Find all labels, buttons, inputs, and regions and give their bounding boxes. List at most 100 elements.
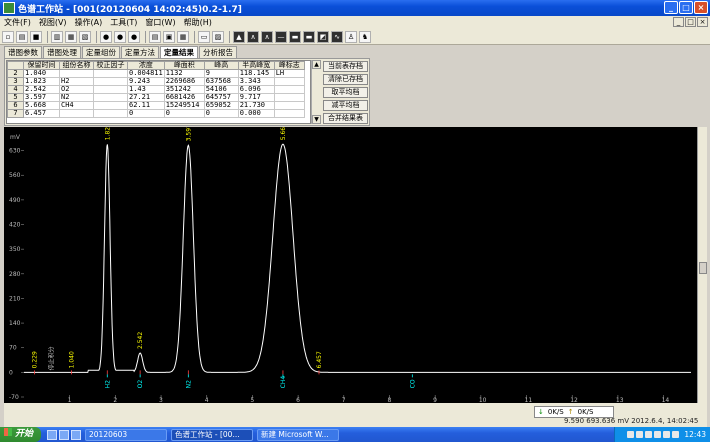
column-header[interactable]: 校正因子 — [93, 61, 128, 70]
save-current-table-button[interactable]: 当前表存档 — [323, 61, 368, 72]
zoom-icon[interactable]: ▲ — [233, 30, 245, 43]
grid-icon[interactable]: ▧ — [79, 30, 91, 43]
y-tick-label: 630 — [9, 148, 21, 155]
media-icon[interactable] — [71, 429, 82, 440]
menu-file[interactable]: 文件(F) — [0, 17, 35, 28]
task-word[interactable]: 新建 Microsoft W... — [257, 428, 340, 441]
table-cell[interactable]: 62.11 — [127, 101, 165, 110]
table-cell[interactable] — [273, 93, 305, 102]
table-cell[interactable] — [93, 85, 128, 94]
mdi-minimize-button[interactable]: _ — [673, 17, 684, 27]
fit-icon[interactable]: ▬ — [289, 30, 301, 43]
export-icon[interactable]: ▨ — [212, 30, 224, 43]
tray-icon[interactable] — [645, 431, 653, 438]
peak-rt-label: 5.668 — [280, 127, 287, 140]
record-icon[interactable]: ● — [100, 30, 112, 43]
bars-icon[interactable]: ▦ — [65, 30, 77, 43]
subtract-average-button[interactable]: 减平均档 — [323, 100, 368, 111]
table-cell[interactable] — [273, 109, 305, 118]
table-cell[interactable]: 0 — [127, 109, 165, 118]
tray-icon[interactable] — [663, 431, 671, 438]
table-cell[interactable]: 15249514 — [163, 101, 205, 110]
start-button[interactable]: 开始 — [0, 427, 42, 442]
upload-arrow-icon: ↑ — [567, 408, 574, 416]
peak-split-icon[interactable]: ∧ — [261, 30, 273, 43]
save-icon[interactable]: ■ — [30, 30, 42, 43]
menu-action[interactable]: 操作(A) — [71, 17, 107, 28]
desktop-icon[interactable] — [59, 429, 70, 440]
scroll-up-icon[interactable]: ▲ — [312, 60, 321, 69]
tab-chromatogram-processing[interactable]: 谱图处理 — [43, 46, 81, 58]
clear-archive-button[interactable]: 清除已存档 — [323, 74, 368, 85]
table-cell[interactable] — [93, 69, 128, 78]
table-cell[interactable] — [273, 85, 305, 94]
table-cell[interactable] — [93, 93, 128, 102]
trace-icon[interactable]: ∿ — [331, 30, 343, 43]
task-chromatography[interactable]: 色谱工作站 - [00... — [171, 428, 254, 441]
chromatogram-chart[interactable]: mV 630 560 490 420 350 280 210 140 70 0 -70 1 2 3 4 5 6 7 8… — [4, 127, 697, 403]
table-cell[interactable] — [273, 101, 305, 110]
table-cell[interactable] — [273, 77, 305, 86]
take-average-button[interactable]: 取平均档 — [323, 87, 368, 98]
new-file-icon[interactable]: ▫ — [2, 30, 14, 43]
overlay-icon[interactable]: ◩ — [317, 30, 329, 43]
ie-icon[interactable] — [47, 429, 58, 440]
chart-scrollbar[interactable] — [697, 127, 707, 403]
maximize-button[interactable]: □ — [679, 1, 693, 14]
merge-results-button[interactable]: 合并结果表 — [323, 113, 368, 124]
peak-rt-label: 1.823 — [104, 127, 111, 140]
report-icon[interactable]: ▣ — [163, 30, 175, 43]
peak-icon[interactable]: ∧ — [247, 30, 259, 43]
table-cell[interactable]: 0.000 — [237, 109, 275, 118]
menu-window[interactable]: 窗口(W) — [141, 17, 179, 28]
results-panel: 保留时间 组份名称 校正因子 浓度 峰面积 峰高 半高峰宽 峰标志 2 1.040 0.00481… — [4, 58, 370, 126]
peak-rt-label: 3.597 — [185, 127, 192, 141]
chart-scroll-thumb[interactable] — [699, 262, 707, 274]
table-body: 2 1.040 0.004811 1132 9 118.145 LH 3 1.823 H2 9.24… — [7, 69, 305, 118]
table-cell[interactable] — [93, 101, 128, 110]
baseline-icon[interactable]: — — [275, 30, 287, 43]
menu-view[interactable]: 视图(V) — [35, 17, 71, 28]
tray-icon[interactable] — [636, 431, 644, 438]
open-folder-icon[interactable]: ▤ — [16, 30, 28, 43]
menu-help[interactable]: 帮助(H) — [180, 17, 216, 28]
column-header[interactable]: 组份名称 — [59, 61, 94, 70]
tab-quant-method[interactable]: 定量方法 — [121, 46, 159, 58]
scale-icon[interactable]: ▬ — [303, 30, 315, 43]
mdi-close-button[interactable]: × — [697, 17, 708, 27]
chart-icon[interactable]: ▥ — [51, 30, 63, 43]
table-cell[interactable] — [93, 109, 128, 118]
person-icon[interactable]: ♙ — [345, 30, 357, 43]
stop-icon[interactable]: ● — [114, 30, 126, 43]
table-cell[interactable]: 6.457 — [23, 109, 60, 118]
info-strip: ↓ 0K/S ↑ 0K/S 9.590 693.636 mV 2012.6.4,… — [4, 403, 707, 427]
run-icon[interactable]: ♞ — [359, 30, 371, 43]
tab-chromatogram-params[interactable]: 谱图参数 — [4, 46, 42, 58]
table-cell[interactable]: 0 — [163, 109, 205, 118]
tab-analysis-report[interactable]: 分析报告 — [199, 46, 237, 58]
scroll-down-icon[interactable]: ▼ — [312, 115, 321, 124]
tab-quant-results[interactable]: 定量结果 — [160, 46, 198, 58]
tab-quant-components[interactable]: 定量组份 — [82, 46, 120, 58]
table-cell[interactable] — [59, 109, 94, 118]
print-icon[interactable]: ▭ — [198, 30, 210, 43]
table-scrollbar[interactable]: ▲ ▼ — [311, 60, 321, 124]
close-button[interactable]: × — [694, 1, 708, 14]
table-cell[interactable] — [93, 77, 128, 86]
tray-icon[interactable] — [672, 431, 680, 438]
pause-icon[interactable]: ● — [128, 30, 140, 43]
table-cell[interactable]: CH4 — [59, 101, 94, 110]
row-number[interactable]: 7 — [7, 109, 24, 118]
tray-icon[interactable] — [654, 431, 662, 438]
mdi-restore-button[interactable]: □ — [685, 17, 696, 27]
minimize-button[interactable]: _ — [664, 1, 678, 14]
window-title: 色谱工作站 - [001(20120604 14:02:45)0.2-1.7] — [18, 4, 242, 15]
table-row[interactable]: 7 6.457 0 0 0 0.000 — [7, 109, 305, 118]
tray-icon[interactable] — [627, 431, 635, 438]
task-folder[interactable]: 20120603 — [85, 428, 168, 441]
table-icon[interactable]: ▤ — [149, 30, 161, 43]
menu-tools[interactable]: 工具(T) — [106, 17, 141, 28]
table-cell[interactable]: LH — [273, 69, 305, 78]
table-cell[interactable]: 0 — [203, 109, 239, 118]
method-icon[interactable]: ▦ — [177, 30, 189, 43]
